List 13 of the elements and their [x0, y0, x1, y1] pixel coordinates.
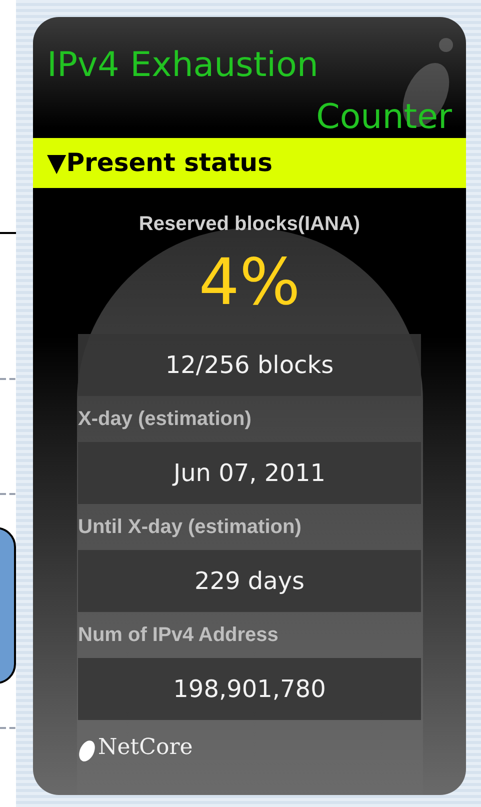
widget-title: IPv4 Exhaustion: [47, 45, 318, 85]
value-field: 229 days: [78, 550, 421, 612]
value-field: Jun 07, 2011: [78, 442, 421, 504]
widget-title: Counter: [316, 97, 452, 137]
field-label: Until X-day (estimation): [78, 515, 302, 540]
percent-value: 4%: [198, 248, 300, 318]
value-field: 12/256 blocks: [78, 334, 421, 396]
field-label: Num of IPv4 Address: [78, 623, 280, 648]
field-label: X-day (estimation): [78, 407, 252, 432]
value-field: 198,901,780: [78, 658, 421, 720]
brand-logo: NetCore: [98, 734, 193, 762]
section-header[interactable]: ▼Present status: [33, 138, 466, 188]
field-label: Reserved blocks(IANA): [138, 212, 360, 237]
